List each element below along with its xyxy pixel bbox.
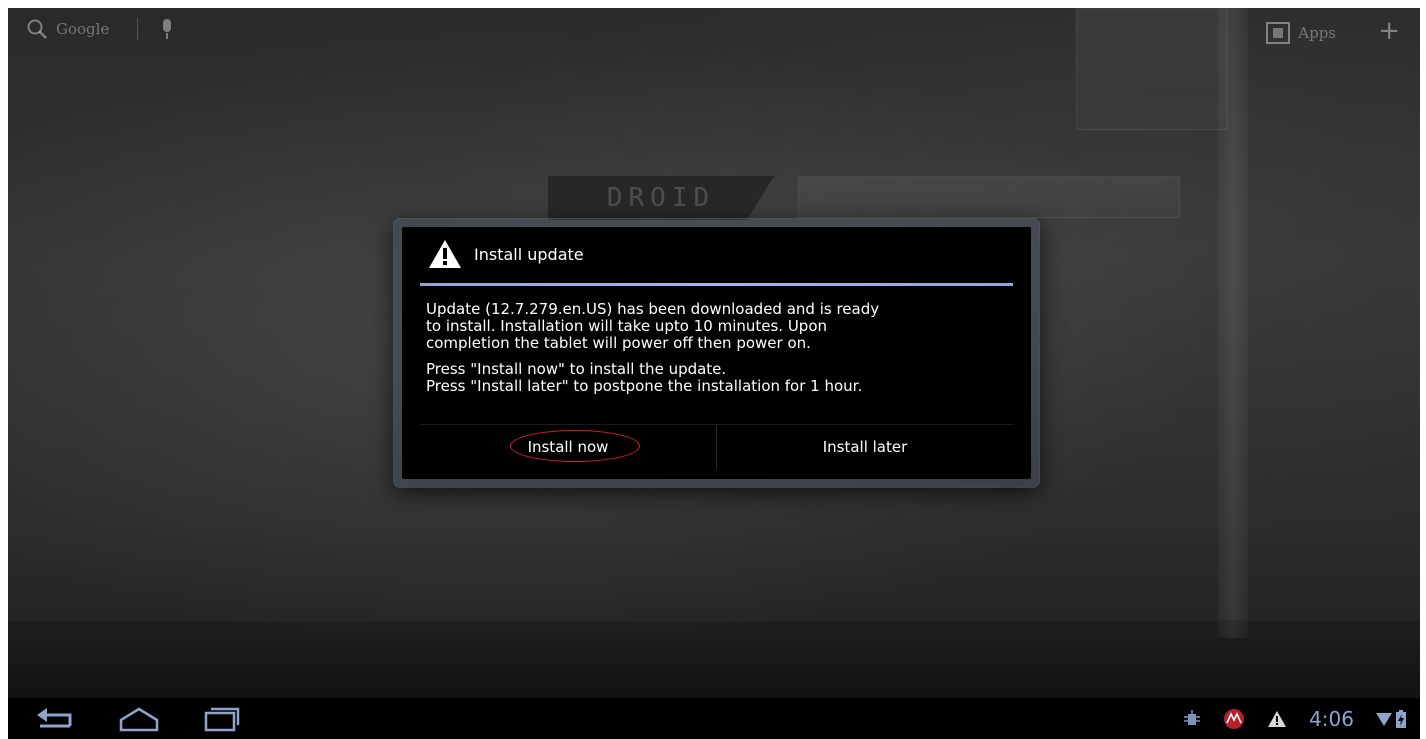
search-divider xyxy=(137,18,139,40)
wallpaper-droid-badge: DROID xyxy=(548,176,774,220)
install-later-button[interactable]: Install later xyxy=(716,425,1013,469)
connectivity-indicators xyxy=(1376,709,1406,728)
recent-apps-icon[interactable] xyxy=(204,706,240,732)
dialog-title-divider xyxy=(420,283,1013,286)
status-area[interactable]: 4:06 xyxy=(1183,698,1406,739)
install-now-button[interactable]: Install now xyxy=(420,425,716,469)
wallpaper-panel xyxy=(1076,8,1228,130)
warning-icon xyxy=(429,240,461,268)
apps-label: Apps xyxy=(1298,24,1336,42)
dialog-message-paragraph: Press "Install now" to install the updat… xyxy=(426,360,863,395)
back-icon[interactable] xyxy=(34,706,74,730)
dialog-title: Install update xyxy=(474,244,584,264)
battery-icon xyxy=(1396,709,1406,728)
dialog-header: Install update xyxy=(428,239,584,269)
microphone-icon[interactable] xyxy=(160,18,174,40)
usb-debug-icon xyxy=(1184,709,1201,725)
search-label: Google xyxy=(56,20,110,38)
clock: 4:06 xyxy=(1309,706,1354,731)
apps-button[interactable]: Apps xyxy=(1266,22,1336,44)
warning-icon xyxy=(1268,710,1287,727)
add-widget-plus-icon[interactable]: + xyxy=(1378,18,1400,44)
google-search-bar[interactable]: Google xyxy=(26,18,174,40)
wallpaper-panel xyxy=(798,176,1180,218)
install-later-label: Install later xyxy=(822,438,908,456)
home-icon[interactable] xyxy=(118,706,160,732)
search-icon xyxy=(27,19,47,39)
wallpaper-floor xyxy=(8,620,1420,699)
install-update-dialog: Install update Update (12.7.279.en.US) h… xyxy=(394,219,1039,487)
dialog-message-paragraph: Update (12.7.279.en.US) has been downloa… xyxy=(426,300,880,352)
wifi-icon xyxy=(1376,712,1392,726)
dialog-panel: Install update Update (12.7.279.en.US) h… xyxy=(402,227,1031,479)
home-screen: DROID Google Apps + Install update Updat… xyxy=(8,8,1420,739)
install-now-label: Install now xyxy=(527,438,609,456)
system-bar: 4:06 xyxy=(8,698,1420,739)
dialog-button-row: Install now Install later xyxy=(420,424,1013,469)
wallpaper-column xyxy=(1218,8,1248,638)
dialog-message: Update (12.7.279.en.US) has been downloa… xyxy=(426,301,1013,404)
motorola-icon xyxy=(1224,708,1245,729)
apps-grid-icon xyxy=(1266,22,1291,44)
